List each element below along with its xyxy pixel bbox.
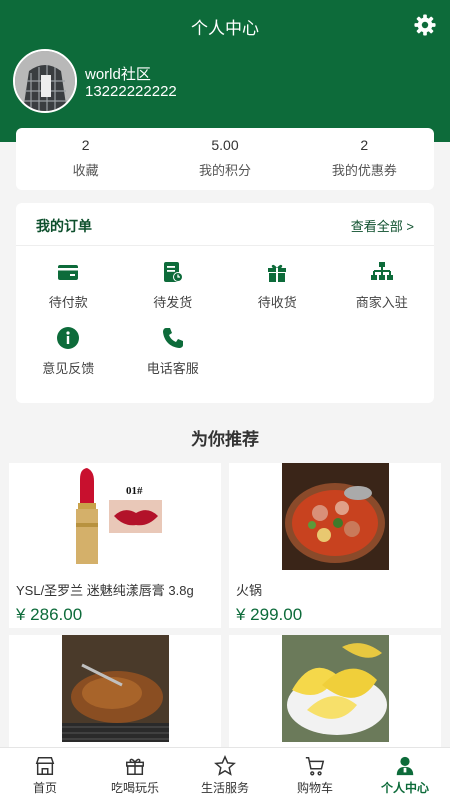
stat-value: 2 <box>360 137 369 153</box>
order-item-label: 商家入驻 <box>355 295 408 310</box>
tab-home[interactable]: 首页 <box>0 748 90 800</box>
product-image-caption: 01# <box>126 485 143 497</box>
order-item-label: 待收货 <box>257 295 297 310</box>
bottom-tab-bar: 首页 吃喝玩乐 生活服务 购物车 个人中心 <box>0 747 450 800</box>
recommend-title: 为你推荐 <box>191 430 259 449</box>
tab-label: 个人中心 <box>380 781 429 795</box>
product-card[interactable] <box>9 635 221 747</box>
orders-grid: 待付款 待发货 待收货 商家入驻 意见反馈 电话客服 <box>16 246 434 382</box>
order-pending-receipt[interactable]: 待收货 <box>225 260 330 316</box>
order-pending-shipment[interactable]: 待发货 <box>121 260 226 316</box>
product-name: 火锅 <box>236 583 263 598</box>
product-price: ¥ 299.00 <box>236 605 303 624</box>
stat-value: 2 <box>81 137 90 153</box>
product-image-hotpot <box>281 463 389 570</box>
tab-entertainment[interactable]: 吃喝玩乐 <box>90 748 180 800</box>
stat-value: 5.00 <box>211 137 239 153</box>
view-all-orders-link[interactable]: 查看全部 > <box>351 216 414 235</box>
stat-favorites[interactable]: 2 收藏 <box>16 128 155 190</box>
stat-label: 我的优惠券 <box>331 163 397 178</box>
gift-icon <box>126 758 144 775</box>
product-name: YSL/圣罗兰 迷魅纯漾唇膏 3.8g <box>16 583 194 598</box>
orders-title: 我的订单 <box>36 218 92 234</box>
tab-life-services[interactable]: 生活服务 <box>180 748 270 800</box>
product-card[interactable]: 火锅 ¥ 299.00 <box>229 463 441 628</box>
tab-cart[interactable]: 购物车 <box>270 748 360 800</box>
order-pending-payment[interactable]: 待付款 <box>16 260 121 316</box>
page-title: 个人中心 <box>191 19 259 38</box>
wallet-icon <box>58 265 79 280</box>
user-name: world社区 <box>85 66 151 83</box>
merchant-join[interactable]: 商家入驻 <box>330 260 435 316</box>
product-card[interactable]: 01# YSL/圣罗兰 迷魅纯漾唇膏 3.8g ¥ 286.00 <box>9 463 221 628</box>
tab-label: 购物车 <box>296 781 333 795</box>
tab-profile[interactable]: 个人中心 <box>360 748 450 800</box>
order-item-label: 意见反馈 <box>42 361 95 376</box>
star-icon <box>214 755 236 776</box>
stat-coupons[interactable]: 2 我的优惠券 <box>295 128 434 190</box>
receipt-clock-icon <box>163 262 183 282</box>
tab-label: 生活服务 <box>200 781 249 795</box>
profile-header: 个人中心 world社区 13222222222 <box>0 0 450 142</box>
order-item-label: 电话客服 <box>146 361 199 376</box>
stats-card: 2 收藏 5.00 我的积分 2 我的优惠券 <box>16 128 434 190</box>
order-item-label: 待付款 <box>48 295 88 310</box>
avatar[interactable] <box>13 49 77 113</box>
product-image-fruit <box>281 635 389 742</box>
product-price: ¥ 286.00 <box>16 605 83 624</box>
product-image-lipstick: 01# <box>61 463 169 570</box>
gear-icon[interactable] <box>414 14 436 36</box>
feedback[interactable]: 意见反馈 <box>16 326 121 382</box>
stat-points[interactable]: 5.00 我的积分 <box>155 128 294 190</box>
stat-label: 收藏 <box>72 163 99 178</box>
gift-icon <box>268 264 287 282</box>
tab-label: 吃喝玩乐 <box>110 781 159 795</box>
user-phone: 13222222222 <box>85 83 177 100</box>
order-item-label: 待发货 <box>153 295 193 310</box>
user-icon <box>396 756 414 776</box>
sitemap-icon <box>370 262 393 280</box>
store-icon <box>35 757 55 775</box>
orders-card: 我的订单 查看全部 > 待付款 待发货 待收货 商家入驻 意见反馈 电话客服 <box>16 203 434 403</box>
cart-icon <box>305 757 325 776</box>
stat-label: 我的积分 <box>198 163 251 178</box>
info-icon <box>57 327 80 349</box>
tab-label: 首页 <box>32 781 57 795</box>
phone-icon <box>162 328 183 348</box>
product-card[interactable] <box>229 635 441 747</box>
product-image-roast-meat <box>61 635 169 742</box>
orders-header: 我的订单 查看全部 > <box>16 203 434 246</box>
phone-support[interactable]: 电话客服 <box>121 326 226 382</box>
